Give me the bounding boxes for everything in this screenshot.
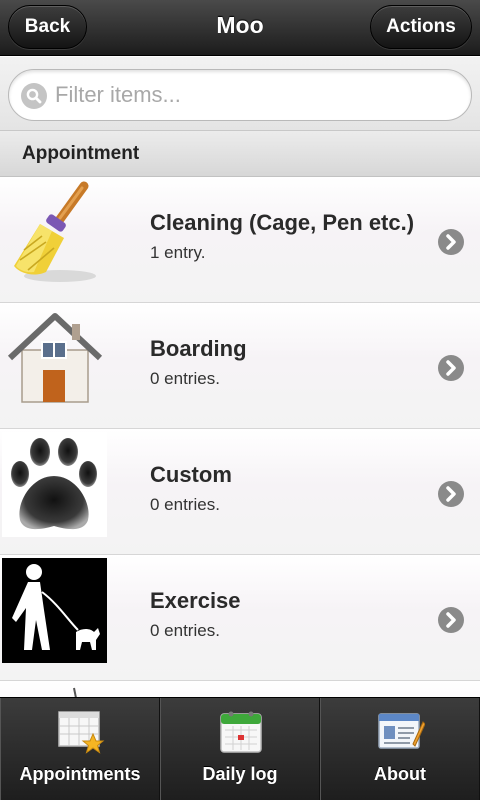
- tab-label: Daily log: [202, 764, 278, 784]
- tab-label: Appointments: [19, 764, 141, 784]
- paw-icon: [2, 432, 107, 537]
- info-card-icon: [378, 713, 425, 749]
- item-name: Exercise: [150, 588, 241, 613]
- calendar-icon: [220, 711, 262, 753]
- item-name: Boarding: [150, 336, 247, 361]
- actions-button[interactable]: Actions: [370, 5, 472, 49]
- tab-daily-log[interactable]: Daily log: [160, 698, 320, 800]
- calendar-star-icon: [58, 711, 105, 754]
- tab-bar: Appointments Daily log About: [0, 697, 480, 800]
- filter-input[interactable]: [55, 78, 455, 112]
- list-item[interactable]: Custom 0 entries.: [0, 429, 480, 555]
- chevron-right-icon: [438, 355, 464, 381]
- section-header: Appointment: [0, 131, 480, 177]
- header-bar: Back Moo Actions: [0, 0, 480, 56]
- item-count: 0 entries.: [150, 369, 220, 388]
- tab-appointments[interactable]: Appointments: [0, 698, 160, 800]
- broom-icon: [14, 181, 96, 282]
- chevron-right-icon: [438, 481, 464, 507]
- dog-walking-icon: [2, 558, 107, 663]
- item-count: 0 entries.: [150, 495, 220, 514]
- filter-box[interactable]: [8, 69, 472, 121]
- chevron-right-icon: [438, 229, 464, 255]
- item-name: Cleaning (Cage, Pen etc.): [150, 210, 415, 235]
- tab-label: About: [374, 764, 426, 784]
- list-item[interactable]: Cleaning (Cage, Pen etc.) 1 entry.: [0, 177, 480, 303]
- item-list: Cleaning (Cage, Pen etc.) 1 entry. Board…: [0, 177, 480, 697]
- list-item[interactable]: [0, 681, 480, 697]
- section-title: Appointment: [22, 143, 140, 164]
- tab-about[interactable]: About: [320, 698, 480, 800]
- item-count: 1 entry.: [150, 243, 206, 262]
- list-item[interactable]: Exercise 0 entries.: [0, 555, 480, 681]
- chevron-right-icon: [438, 607, 464, 633]
- house-icon: [7, 313, 103, 403]
- search-icon: [21, 83, 47, 109]
- partial-item-icon: [73, 687, 77, 697]
- item-count: 0 entries.: [150, 621, 220, 640]
- item-name: Custom: [150, 462, 232, 487]
- filter-bar: [0, 57, 480, 131]
- list-item[interactable]: Boarding 0 entries.: [0, 303, 480, 429]
